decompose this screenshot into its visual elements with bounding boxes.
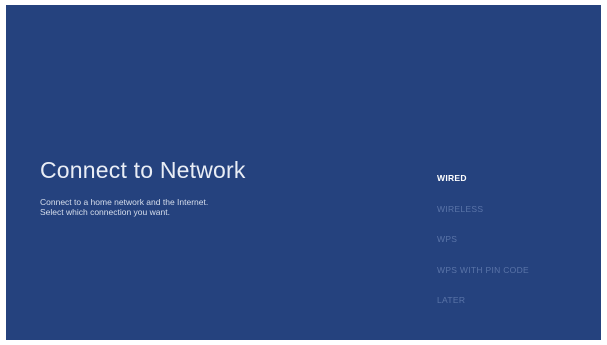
page-description: Connect to a home network and the Intern… [40, 197, 208, 217]
connection-options-menu: WIRED WIRELESS WPS WPS WITH PIN CODE LAT… [437, 173, 529, 326]
description-line: Connect to a home network and the Intern… [40, 197, 209, 207]
page-title: Connect to Network [40, 157, 246, 183]
tv-setup-screen: Connect to Network Connect to a home net… [6, 5, 601, 340]
option-wps[interactable]: WPS [437, 234, 529, 265]
option-wps-pin-code[interactable]: WPS WITH PIN CODE [437, 265, 529, 296]
option-later[interactable]: LATER [437, 295, 529, 326]
option-wireless[interactable]: WIRELESS [437, 204, 529, 235]
description-line: Select which connection you want. [40, 207, 170, 217]
option-wired[interactable]: WIRED [437, 173, 529, 204]
